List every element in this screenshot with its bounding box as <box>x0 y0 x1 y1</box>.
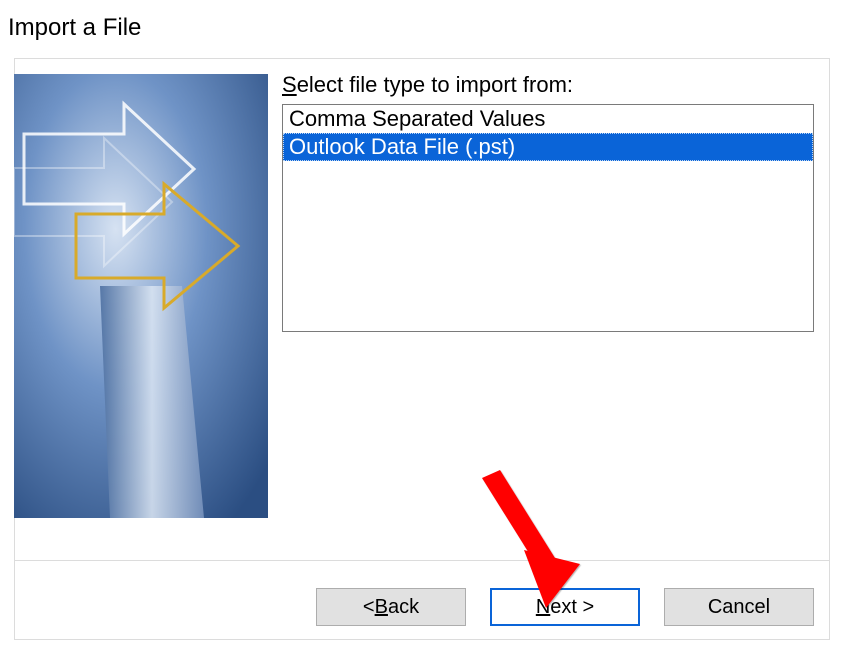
cancel-button[interactable]: Cancel <box>664 588 814 626</box>
back-button[interactable]: < Back <box>316 588 466 626</box>
file-type-listbox[interactable]: Comma Separated Values Outlook Data File… <box>282 104 814 332</box>
wizard-button-row: < Back Next > Cancel <box>316 588 814 626</box>
list-item[interactable]: Outlook Data File (.pst) <box>283 133 813 161</box>
wizard-sidebar-image <box>14 74 268 518</box>
dialog-title: Import a File <box>0 0 844 42</box>
file-type-prompt: Select file type to import from: <box>282 72 814 98</box>
list-item[interactable]: Comma Separated Values <box>283 105 813 133</box>
next-button[interactable]: Next > <box>490 588 640 626</box>
separator <box>14 560 830 561</box>
